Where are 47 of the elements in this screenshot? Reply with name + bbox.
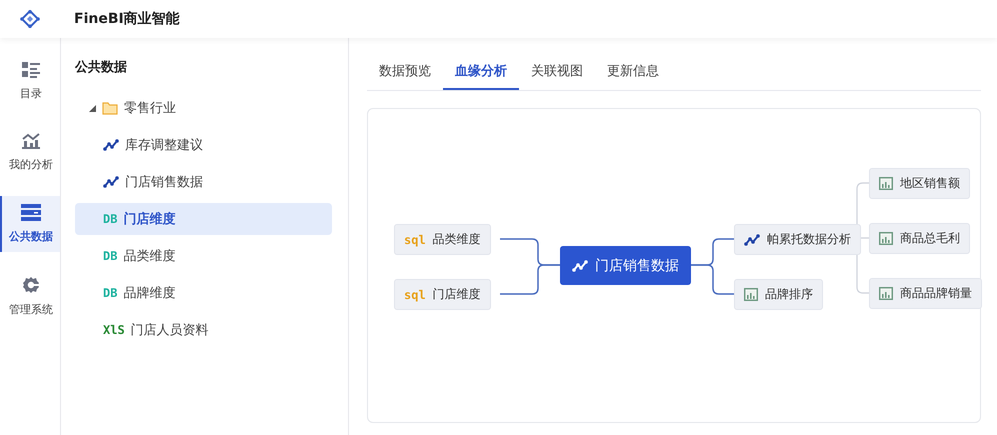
line-chart-icon [744, 234, 760, 246]
list-icon [22, 62, 40, 78]
file-type-label: sql [404, 288, 426, 302]
chart-icon [744, 288, 758, 301]
tab[interactable]: 血缘分析 [443, 56, 519, 90]
folder-icon [102, 102, 118, 114]
line-chart-icon [572, 260, 588, 272]
tree-item[interactable]: 零售行业 [75, 92, 332, 124]
tab[interactable]: 关联视图 [519, 56, 595, 90]
lineage-node[interactable]: 地区销售额 [869, 168, 970, 199]
line-chart-icon [103, 139, 119, 151]
file-type-label: XlS [103, 323, 125, 337]
chart-icon [879, 232, 893, 245]
nav-item[interactable]: 管理系统 [0, 268, 60, 325]
app-title: FineBI商业智能 [74, 10, 180, 28]
lineage-node[interactable]: sql 门店维度 [394, 279, 491, 310]
tree-item[interactable]: 门店销售数据 [75, 166, 332, 198]
tree-item[interactable]: DB 门店维度 [75, 203, 332, 235]
lineage-node[interactable]: 商品品牌销量 [869, 278, 982, 309]
bar-chart-icon [22, 133, 40, 149]
logo-icon [20, 10, 40, 28]
nav-item[interactable]: 我的分析 [0, 125, 60, 180]
file-type-label: DB [103, 249, 118, 263]
tab[interactable]: 数据预览 [367, 56, 443, 90]
tree-item[interactable]: XlS 门店人员资料 [75, 314, 332, 346]
nav-item[interactable]: 目录 [0, 54, 60, 109]
connector-line [500, 264, 560, 295]
line-chart-icon [103, 176, 119, 188]
lineage-node[interactable]: sql 品类维度 [394, 224, 491, 255]
database-icon [21, 204, 41, 221]
panel-title: 公共数据 [75, 59, 128, 76]
tree-item[interactable]: 库存调整建议 [75, 129, 332, 161]
tree-item[interactable]: DB 品牌维度 [75, 277, 332, 309]
gear-icon [22, 276, 40, 294]
nav-item[interactable]: 公共数据 [0, 196, 60, 252]
tree-item[interactable]: DB 品类维度 [75, 240, 332, 272]
file-type-label: sql [404, 232, 426, 246]
caret-icon[interactable] [89, 104, 96, 112]
lineage-node[interactable]: 商品总毛利 [869, 223, 970, 254]
lineage-node[interactable]: 门店销售数据 [560, 246, 691, 285]
file-type-label: DB [103, 212, 118, 226]
chart-icon [879, 177, 893, 190]
lineage-node[interactable]: 帕累托数据分析 [734, 224, 861, 255]
tab[interactable]: 更新信息 [595, 56, 671, 90]
chart-icon [879, 287, 893, 300]
lineage-node[interactable]: 品牌排序 [734, 279, 823, 310]
file-type-label: DB [103, 286, 118, 300]
